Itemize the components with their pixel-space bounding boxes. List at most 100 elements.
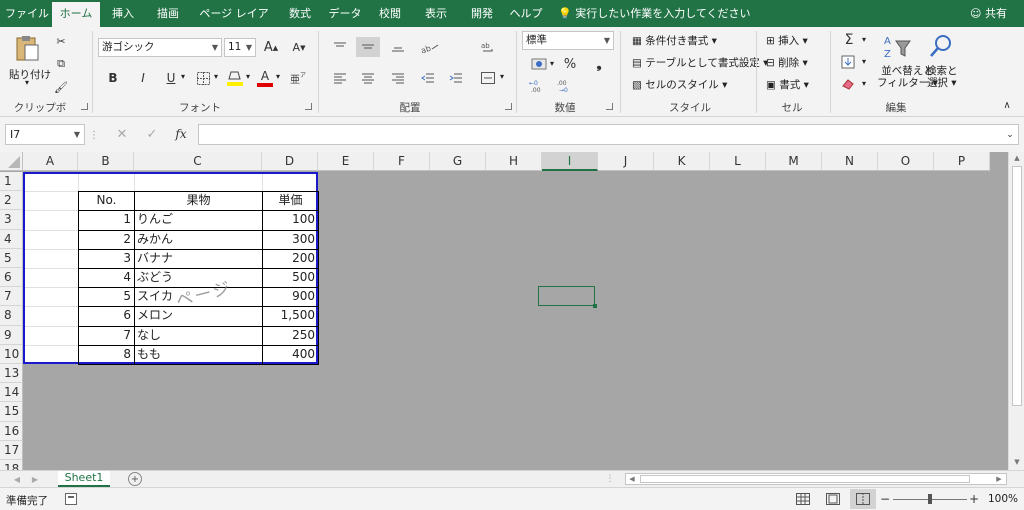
zoom-level[interactable]: 100% <box>988 493 1018 505</box>
formula-input[interactable] <box>198 124 1019 145</box>
column-header-c[interactable]: C <box>134 152 262 171</box>
row-header-5[interactable]: 5 <box>0 248 23 268</box>
row-header-7[interactable]: 7 <box>0 287 23 307</box>
cell-price[interactable]: 200 <box>263 249 317 268</box>
column-header-f[interactable]: F <box>374 152 430 171</box>
conditional-formatting-button[interactable]: ▦ 条件付き書式 ▾ <box>632 33 717 48</box>
cell-fruit[interactable]: みかん <box>135 230 262 249</box>
search-icon[interactable] <box>928 33 954 59</box>
scroll-up-icon[interactable]: ▲ <box>1012 153 1022 163</box>
format-cells-button[interactable]: ▣ 書式 ▾ <box>766 77 809 92</box>
column-header-h[interactable]: H <box>486 152 542 171</box>
row-header-16[interactable]: 16 <box>0 421 23 441</box>
row-header-10[interactable]: 10 <box>0 344 23 364</box>
cell-no[interactable]: 5 <box>79 287 133 306</box>
tab-data[interactable]: データ <box>324 0 366 27</box>
align-left-icon[interactable] <box>330 69 350 87</box>
tab-insert[interactable]: 挿入 <box>104 0 142 27</box>
align-right-icon[interactable] <box>388 69 408 87</box>
zoom-out-icon[interactable]: − <box>880 491 890 507</box>
share-button[interactable]: ☺ 共有 <box>970 0 1007 27</box>
tab-file[interactable]: ファイル <box>4 0 50 27</box>
align-top-icon[interactable] <box>330 38 350 56</box>
page-layout-view-icon[interactable] <box>824 491 842 507</box>
zoom-in-icon[interactable]: + <box>969 491 979 507</box>
page-break-preview-icon[interactable] <box>850 489 876 509</box>
column-header-d[interactable]: D <box>262 152 318 171</box>
align-center-icon[interactable] <box>358 69 378 87</box>
tab-help[interactable]: ヘルプ <box>506 0 546 27</box>
cell-no[interactable]: 3 <box>79 249 133 268</box>
cell-fruit[interactable]: りんご <box>135 210 262 229</box>
cell-no[interactable]: 4 <box>79 268 133 287</box>
column-header-o[interactable]: O <box>878 152 934 171</box>
cell-no[interactable]: 6 <box>79 306 133 325</box>
increase-decimal-icon[interactable]: ←0.00 <box>528 78 548 94</box>
row-header-8[interactable]: 8 <box>0 306 23 326</box>
sheet-grid[interactable]: ABCDEFGHIJKLMNOP 1 2 3 4 5 6 7 8 9 10 13 14 15 16 17 18… <box>0 152 1008 470</box>
formula-bar-grip-icon[interactable]: ⋮ <box>89 129 99 141</box>
shrink-font-button[interactable]: A ▼ <box>290 38 308 57</box>
vertical-scroll-thumb[interactable] <box>1012 166 1022 406</box>
column-header-p[interactable]: P <box>934 152 990 171</box>
chevron-down-icon[interactable]: ▾ <box>246 72 250 81</box>
name-box[interactable]: I7 ▼ <box>5 124 85 145</box>
normal-view-icon[interactable] <box>794 491 812 507</box>
cell-no[interactable]: 2 <box>79 230 133 249</box>
tab-page-layout[interactable]: ページ レイアウト <box>194 0 274 47</box>
row-header-18[interactable]: 18 <box>0 460 23 470</box>
insert-function-button[interactable]: fx <box>172 126 190 142</box>
confirm-entry-icon[interactable]: ✓ <box>144 126 160 142</box>
sheet-tab-sheet1[interactable]: Sheet1 <box>58 471 110 487</box>
cell-fruit[interactable]: バナナ <box>135 249 262 268</box>
fill-color-icon[interactable] <box>226 67 244 89</box>
number-launcher-icon[interactable] <box>606 103 613 110</box>
row-header-13[interactable]: 13 <box>0 364 23 384</box>
column-header-i[interactable]: I <box>542 152 598 171</box>
grow-font-button[interactable]: A ▲ <box>262 38 280 57</box>
column-header-a[interactable]: A <box>23 152 78 171</box>
cell-no[interactable]: 8 <box>79 345 133 364</box>
tab-developer[interactable]: 開発 <box>462 0 502 27</box>
scroll-left-icon[interactable]: ◀ <box>627 474 637 484</box>
next-sheet-icon[interactable]: ▶ <box>30 473 40 485</box>
orientation-icon[interactable]: ab <box>418 38 442 56</box>
chevron-down-icon[interactable]: ▾ <box>276 72 280 81</box>
horizontal-scrollbar[interactable]: ◀ ▶ <box>625 473 1007 485</box>
tab-view[interactable]: 表示 <box>416 0 456 27</box>
macro-record-icon[interactable] <box>64 492 78 506</box>
tab-split-grip-icon[interactable]: ⋮ <box>606 474 615 484</box>
cell-styles-button[interactable]: ▧ セルのスタイル ▾ <box>632 77 727 92</box>
paste-dropdown-icon[interactable]: ▾ <box>25 78 29 87</box>
collapse-ribbon-icon[interactable]: ∧ <box>1000 99 1014 111</box>
merge-center-icon[interactable] <box>478 69 498 87</box>
italic-button[interactable]: I <box>134 69 152 87</box>
column-header-l[interactable]: L <box>710 152 766 171</box>
cell-price[interactable]: 400 <box>263 345 317 364</box>
font-name-select[interactable]: 游ゴシック ▼ <box>98 38 222 57</box>
column-header-k[interactable]: K <box>654 152 710 171</box>
find-select-button[interactable]: 検索と 選択 ▾ <box>926 65 958 89</box>
font-color-icon[interactable]: A <box>256 67 274 89</box>
phonetic-icon[interactable]: 亜ア <box>288 69 310 87</box>
comma-style-button[interactable]: ❟ <box>590 55 608 73</box>
header-price[interactable]: 単価 <box>263 191 318 210</box>
horizontal-scroll-thumb[interactable] <box>640 475 970 483</box>
zoom-slider-thumb[interactable] <box>928 494 932 504</box>
paste-label[interactable]: 貼り付け <box>9 67 51 82</box>
fill-down-icon[interactable] <box>840 54 856 70</box>
format-painter-icon[interactable]: 🖌 <box>52 78 70 96</box>
row-header-17[interactable]: 17 <box>0 440 23 460</box>
wrap-text-icon[interactable]: ab <box>478 38 498 56</box>
currency-icon[interactable] <box>528 55 550 73</box>
cell-no[interactable]: 1 <box>79 210 133 229</box>
copy-icon[interactable]: ⧉ <box>52 55 70 73</box>
chevron-down-icon[interactable]: ▾ <box>862 57 866 66</box>
decrease-indent-icon[interactable] <box>418 69 438 87</box>
tell-me-box[interactable]: 💡 実行したい作業を入力してください <box>558 0 751 27</box>
row-header-6[interactable]: 6 <box>0 268 23 288</box>
row-header-3[interactable]: 3 <box>0 210 23 230</box>
tab-draw[interactable]: 描画 <box>148 0 188 27</box>
row-header-14[interactable]: 14 <box>0 383 23 403</box>
cancel-entry-icon[interactable]: ✕ <box>114 126 130 142</box>
